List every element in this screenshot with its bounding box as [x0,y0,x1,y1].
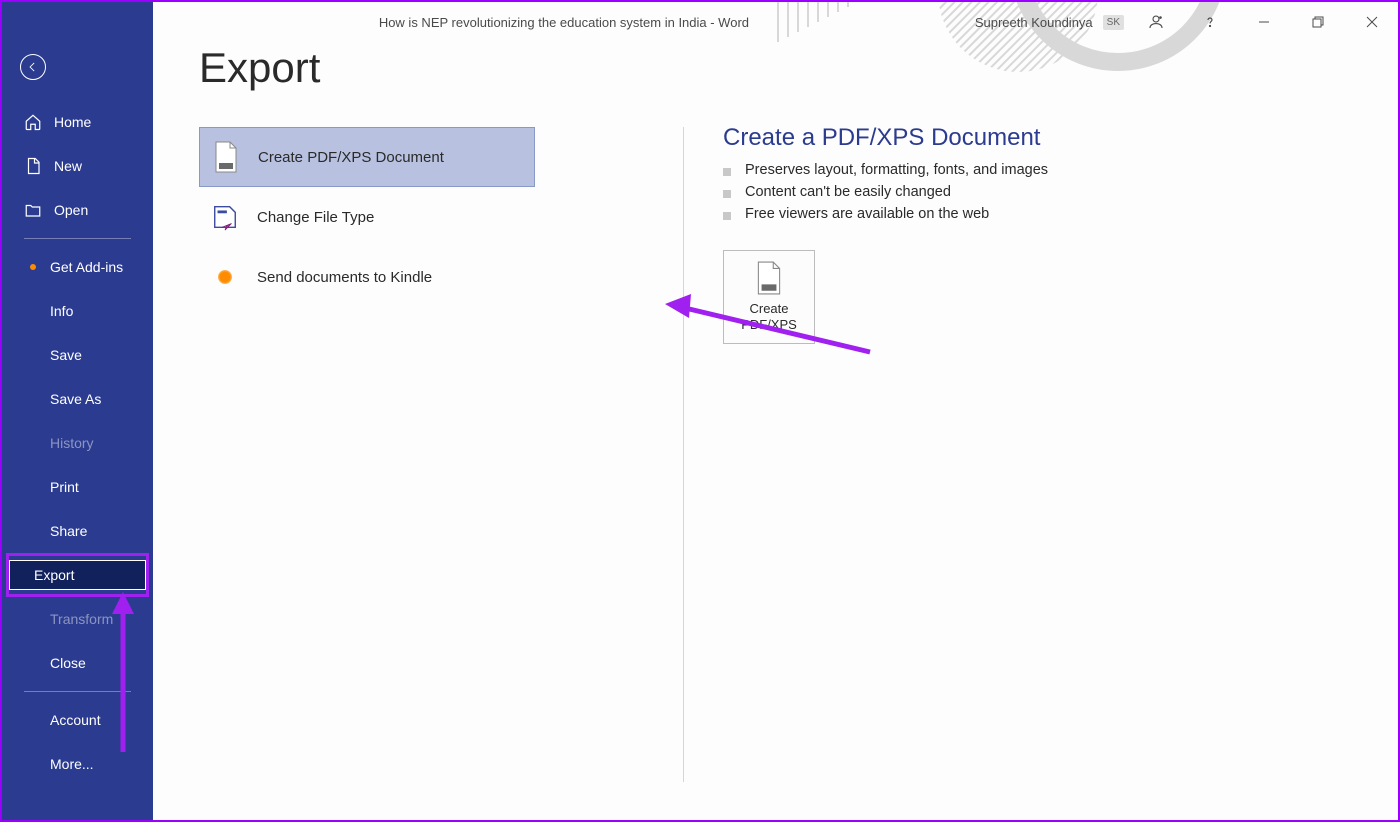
sidebar-item-print[interactable]: Print [2,465,153,509]
bullet-icon [723,212,731,220]
minimize-button[interactable] [1242,2,1286,42]
sidebar-label-export: Export [34,567,74,583]
coming-soon-icon[interactable] [1134,2,1178,42]
sidebar-label-save: Save [50,347,82,363]
vertical-divider [683,127,684,782]
back-button[interactable] [20,54,46,80]
sidebar-item-history: History [2,421,153,465]
sidebar-item-export[interactable]: Export [6,553,149,597]
export-option-create-pdf[interactable]: Create PDF/XPS Document [199,127,535,187]
sidebar-label-history: History [50,435,94,451]
sidebar-item-save[interactable]: Save [2,333,153,377]
sidebar-label-get-addins: Get Add-ins [50,259,123,275]
kindle-dot-icon [211,261,239,293]
sidebar-label-info: Info [50,303,73,319]
bullet-text: Content can't be easily changed [745,184,951,200]
sidebar-item-open[interactable]: Open [2,188,153,232]
sidebar-label-account: Account [50,712,101,728]
sidebar-item-home[interactable]: Home [2,100,153,144]
pdf-document-icon [753,261,785,295]
sidebar-item-account[interactable]: Account [2,698,153,742]
sidebar-item-transform: Transform [2,597,153,641]
sidebar-label-save-as: Save As [50,391,101,407]
export-option-label: Create PDF/XPS Document [258,149,444,166]
create-pdf-xps-button[interactable]: CreatePDF/XPS [723,250,815,344]
sidebar-label-print: Print [50,479,79,495]
open-icon [24,201,42,219]
sidebar-item-close[interactable]: Close [2,641,153,685]
detail-panel: Create a PDF/XPS Document Preserves layo… [723,124,1358,344]
help-icon[interactable] [1188,2,1232,42]
sidebar-item-share[interactable]: Share [2,509,153,553]
sidebar-label-new: New [54,158,82,174]
detail-heading: Create a PDF/XPS Document [723,124,1358,152]
restore-button[interactable] [1296,2,1340,42]
main-content: Export Create PDF/XPS Document Change Fi… [153,2,1398,820]
sidebar-item-save-as[interactable]: Save As [2,377,153,421]
sidebar-label-more: More... [50,756,94,772]
export-option-label: Change File Type [257,209,374,226]
button-label: CreatePDF/XPS [741,301,797,334]
title-bar: How is NEP revolutionizing the education… [153,2,1398,42]
bullet-icon [723,168,731,176]
export-options-list: Create PDF/XPS Document Change File Type… [199,127,535,307]
bullet-text: Preserves layout, formatting, fonts, and… [745,162,1048,178]
export-option-change-file-type[interactable]: Change File Type [199,187,535,247]
user-initials-badge: SK [1103,15,1124,30]
sidebar-divider [24,238,131,239]
new-feature-dot-icon [30,264,36,270]
sidebar-item-more[interactable]: More... [2,742,153,786]
sidebar-item-new[interactable]: New [2,144,153,188]
sidebar-label-home: Home [54,114,91,130]
pdf-document-icon [212,141,240,173]
export-option-send-kindle[interactable]: Send documents to Kindle [199,247,535,307]
username: Supreeth Koundinya [975,15,1093,30]
document-title: How is NEP revolutionizing the education… [153,15,975,30]
bullet-text: Free viewers are available on the web [745,206,989,222]
change-file-type-icon [211,201,239,233]
sidebar-item-info[interactable]: Info [2,289,153,333]
sidebar-label-open: Open [54,202,88,218]
export-option-label: Send documents to Kindle [257,269,432,286]
backstage-sidebar: Home New Open Get Add-ins Info Save Save… [2,2,153,820]
close-button[interactable] [1350,2,1394,42]
sidebar-divider [24,691,131,692]
home-icon [24,113,42,131]
sidebar-label-transform: Transform [50,611,113,627]
sidebar-item-get-addins[interactable]: Get Add-ins [2,245,153,289]
detail-bullet-list: Preserves layout, formatting, fonts, and… [723,162,1358,222]
sidebar-label-share: Share [50,523,87,539]
new-icon [24,157,42,175]
bullet-icon [723,190,731,198]
sidebar-label-close: Close [50,655,86,671]
